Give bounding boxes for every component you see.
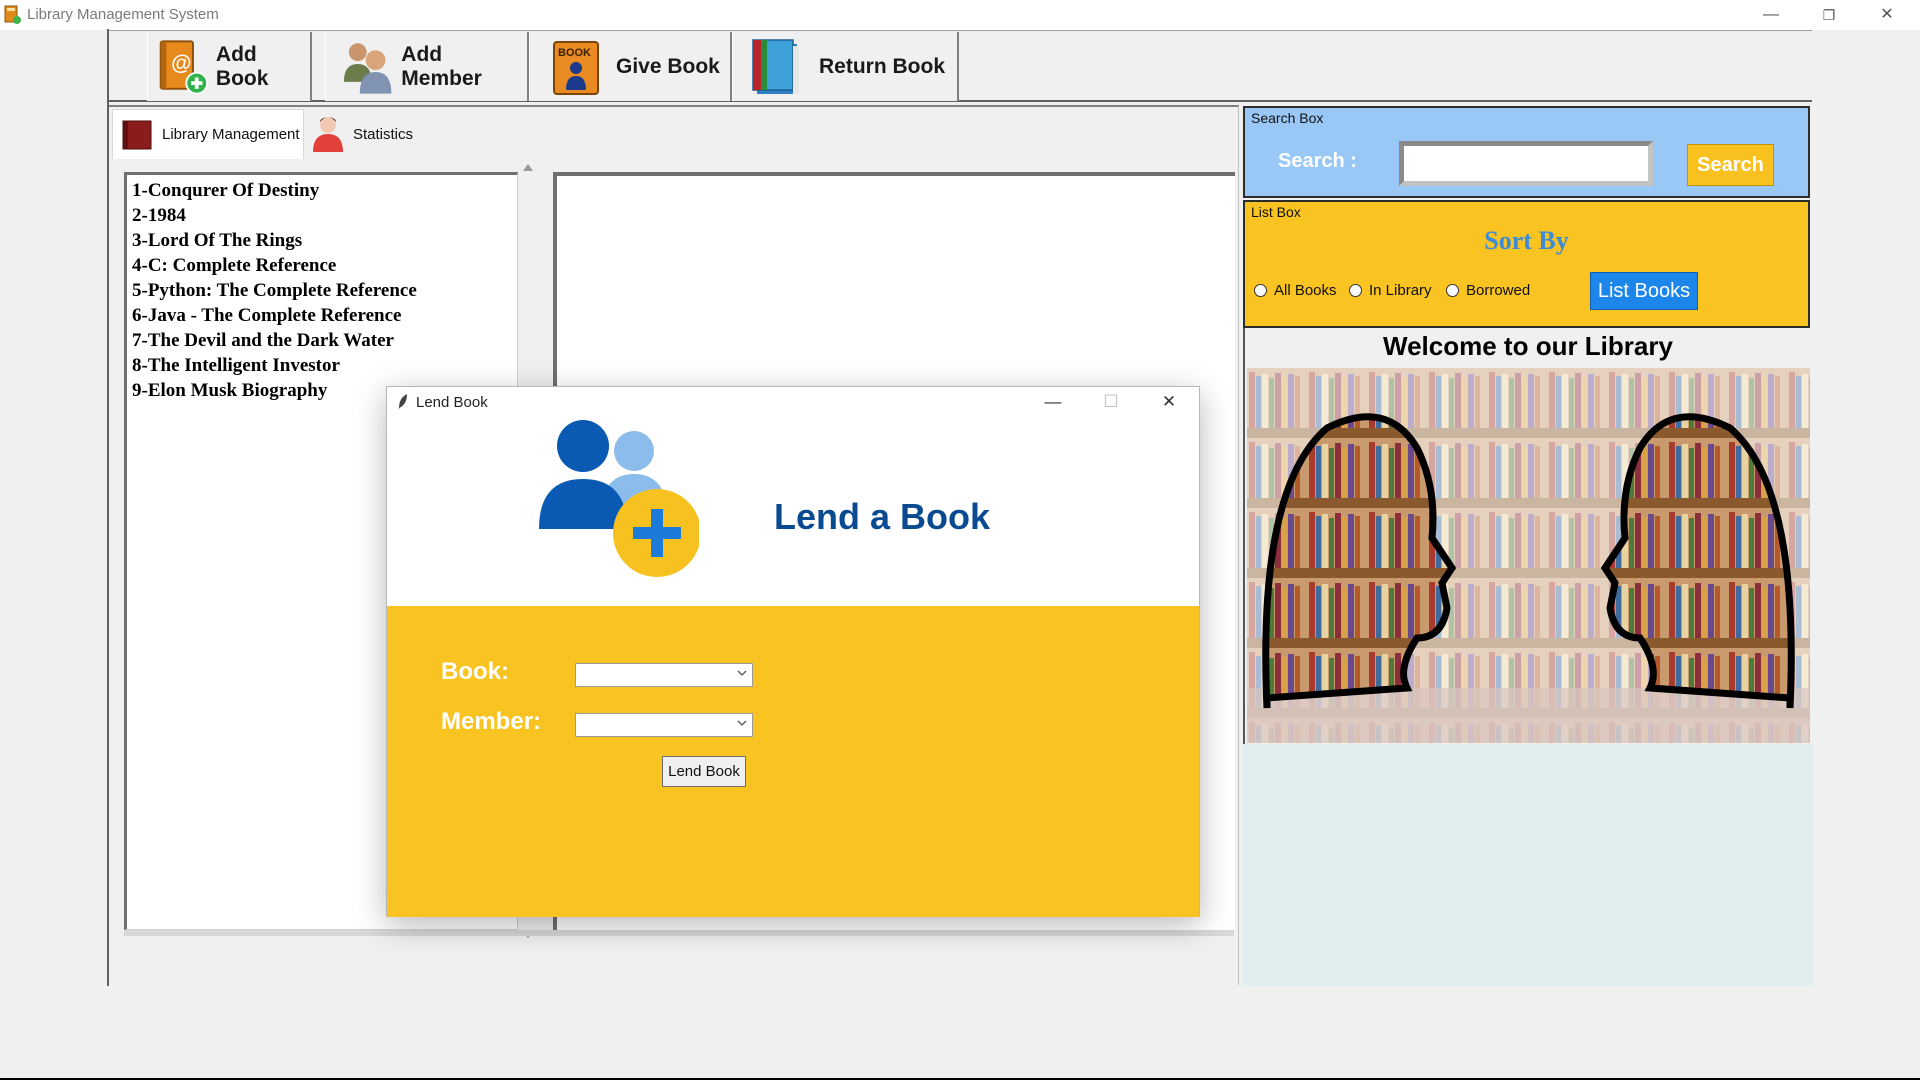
add-book-label: Add Book [215,42,269,90]
dialog-heading: Lend a Book [774,496,991,537]
person-icon [312,117,343,152]
dialog-close-button[interactable]: ✕ [1140,387,1198,417]
lower-right-panel [1243,744,1813,986]
add-member-label: Add Member [401,42,482,90]
dialog-minimize-button[interactable]: — [1024,387,1082,417]
list-item[interactable]: 6-Java - The Complete Reference [127,303,517,328]
radio-label: All Books [1274,282,1337,299]
list-item[interactable]: 5-Python: The Complete Reference [127,278,517,303]
radio-in-library[interactable]: In Library [1349,282,1432,299]
dialog-form: Book: Member: Lend Book [387,606,1199,917]
radio-label: Borrowed [1466,282,1531,299]
give-book-button[interactable]: BOOK Give Book [529,32,732,101]
tab-statistics[interactable]: Statistics [307,109,413,159]
app-icon [4,5,21,24]
list-box-group: List Box Sort By All Books In Library Bo… [1243,200,1810,328]
add-member-button[interactable]: Add Member [325,32,529,101]
book-label: Book: [441,658,509,685]
chevron-down-icon [737,720,747,726]
dialog-maximize-button[interactable]: ☐ [1082,387,1140,417]
dialog-header: Lend a Book [387,417,1199,606]
book-combobox[interactable] [575,663,753,687]
library-heads-image [1247,368,1810,743]
toolbar: @ Add Book Add Member BOOK Give Book Ret… [109,30,1812,102]
add-book-icon: @ [159,39,209,95]
add-user-icon [539,420,699,577]
svg-text:@: @ [171,51,191,74]
list-item[interactable]: 4-C: Complete Reference [127,253,517,278]
give-book-icon: BOOK [553,40,599,95]
radio-circle[interactable] [1254,284,1267,297]
feather-icon [398,394,407,410]
add-member-icon [343,42,392,94]
radio-circle[interactable] [1446,284,1459,297]
minimize-button[interactable]: — [1742,0,1800,30]
sort-by-title: Sort By [1484,226,1569,255]
list-item[interactable]: 7-The Devil and the Dark Water [127,328,517,353]
search-box-group-label: Search Box [1251,110,1324,126]
search-box-group: Search Box Search : Search [1243,106,1810,198]
list-item[interactable]: 1-Conqurer Of Destiny [127,178,517,203]
return-book-label: Return Book [819,54,945,78]
search-button[interactable]: Search [1687,144,1774,186]
tab-label: Library Management [162,126,300,143]
list-books-button[interactable]: List Books [1590,272,1698,310]
scroll-up-arrow[interactable] [523,164,533,171]
window-title: Library Management System [27,6,219,23]
dialog-title: Lend Book [416,394,488,411]
list-item[interactable]: 8-The Intelligent Investor [127,353,517,378]
search-label: Search : [1278,150,1357,172]
horizontal-scrollbar[interactable] [124,930,1234,936]
radio-all-books[interactable]: All Books [1254,282,1337,299]
radio-label: In Library [1369,282,1432,299]
welcome-area: Welcome to our Library [1243,328,1811,744]
member-label: Member: [441,708,542,735]
return-book-button[interactable]: Return Book [732,32,959,101]
radio-borrowed[interactable]: Borrowed [1446,282,1530,299]
member-combobox[interactable] [575,713,753,737]
book-icon [122,120,152,149]
search-input[interactable] [1399,141,1653,186]
tab-library-management[interactable]: Library Management [112,109,304,159]
svg-text:BOOK: BOOK [558,47,591,59]
give-book-label: Give Book [616,54,720,78]
radio-circle[interactable] [1349,284,1362,297]
dialog-titlebar: Lend Book — ☐ ✕ [387,387,1199,417]
close-button[interactable]: ✕ [1858,0,1916,30]
restore-button[interactable]: ❐ [1800,0,1858,30]
return-book-icon [752,38,799,94]
tab-label: Statistics [352,125,413,143]
list-item[interactable]: 3-Lord Of The Rings [127,228,517,253]
add-book-button[interactable]: @ Add Book [147,32,312,101]
list-box-group-label: List Box [1251,204,1301,220]
window-titlebar: Library Management System — ❐ ✕ [0,0,1920,30]
lend-book-button[interactable]: Lend Book [662,756,746,787]
chevron-down-icon [737,670,747,676]
list-item[interactable]: 2-1984 [127,203,517,228]
lend-book-dialog: Lend Book — ☐ ✕ Lend a Book Book: Member… [386,386,1200,917]
welcome-title: Welcome to our Library [1383,331,1673,361]
